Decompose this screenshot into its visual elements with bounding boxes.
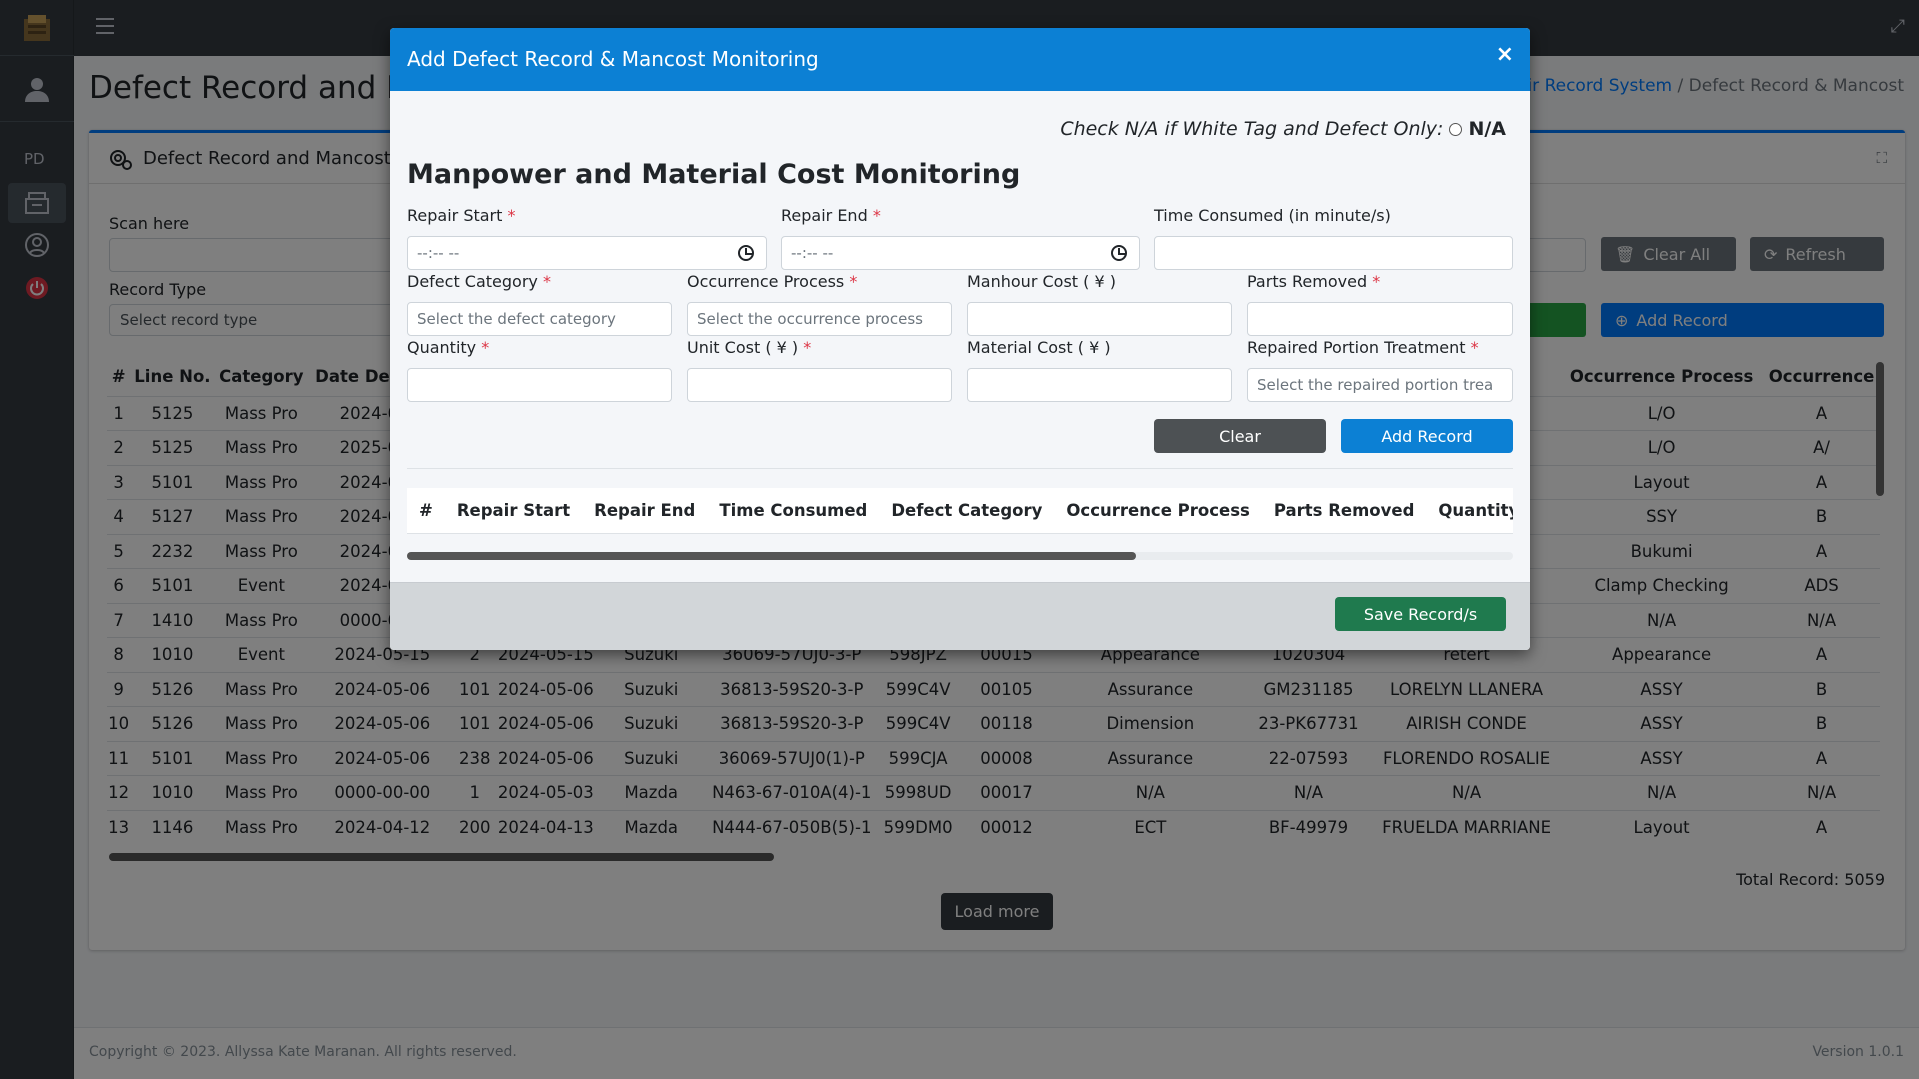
repair-end-input[interactable]: --:-- -- <box>781 236 1140 270</box>
unit-cost-input[interactable] <box>687 368 952 402</box>
section-title: Manpower and Material Cost Monitoring <box>407 159 1021 190</box>
material-cost-input[interactable] <box>967 368 1232 402</box>
na-instruction: Check N/A if White Tag and Defect Only: <box>1060 118 1444 140</box>
occurrence-process-select[interactable]: Select the occurrence process <box>687 302 952 336</box>
manhour-cost-label: Manhour Cost ( ¥ ) <box>967 272 1116 291</box>
mancost-header-cell[interactable]: Repair End <box>582 501 707 520</box>
mancost-table-header: # Repair Start Repair End Time Consumed Defe… <box>407 488 1513 534</box>
defect-category-label: Defect Category * <box>407 272 551 291</box>
modal-add-record-button[interactable]: Add Record <box>1341 419 1513 453</box>
clear-button[interactable]: Clear <box>1154 419 1326 453</box>
unit-cost-label: Unit Cost ( ¥ ) * <box>687 338 812 357</box>
na-check: Check N/A if White Tag and Defect Only: … <box>1060 118 1506 140</box>
defect-category-select[interactable]: Select the defect category <box>407 302 672 336</box>
parts-removed-input[interactable] <box>1247 302 1513 336</box>
repair-start-label: Repair Start * <box>407 206 516 225</box>
repair-end-label: Repair End * <box>781 206 881 225</box>
mancost-header-cell[interactable]: # <box>407 501 445 520</box>
mancost-header-cell[interactable]: Quantity <box>1426 501 1513 520</box>
mancost-scrollbar[interactable] <box>407 552 1136 560</box>
mancost-header-cell[interactable]: Parts Removed <box>1262 501 1427 520</box>
quantity-label: Quantity * <box>407 338 490 357</box>
occurrence-process-label: Occurrence Process * <box>687 272 858 291</box>
mancost-header-cell[interactable]: Occurrence Process <box>1054 501 1261 520</box>
na-radio[interactable] <box>1449 122 1463 136</box>
add-defect-modal: Add Defect Record & Mancost Monitoring ×… <box>390 28 1530 650</box>
close-icon[interactable]: × <box>1496 42 1514 67</box>
time-consumed-input[interactable] <box>1154 236 1513 270</box>
quantity-input[interactable] <box>407 368 672 402</box>
parts-removed-label: Parts Removed * <box>1247 272 1381 291</box>
manhour-cost-input[interactable] <box>967 302 1232 336</box>
repaired-portion-select[interactable]: Select the repaired portion trea <box>1247 368 1513 402</box>
modal-title: Add Defect Record & Mancost Monitoring <box>407 47 819 71</box>
na-radio-label[interactable]: N/A <box>1468 118 1506 140</box>
material-cost-label: Material Cost ( ¥ ) <box>967 338 1111 357</box>
divider <box>407 468 1513 469</box>
time-consumed-label: Time Consumed (in minute/s) <box>1154 206 1391 225</box>
mancost-header-cell[interactable]: Time Consumed <box>707 501 879 520</box>
clock-icon[interactable] <box>738 245 754 261</box>
mancost-header-cell[interactable]: Defect Category <box>879 501 1054 520</box>
repaired-portion-label: Repaired Portion Treatment * <box>1247 338 1479 357</box>
clock-icon[interactable] <box>1111 245 1127 261</box>
modal-header: Add Defect Record & Mancost Monitoring × <box>390 28 1530 91</box>
save-records-button[interactable]: Save Record/s <box>1335 597 1506 631</box>
modal-footer: Save Record/s <box>390 582 1530 650</box>
repair-start-input[interactable]: --:-- -- <box>407 236 767 270</box>
mancost-header-cell[interactable]: Repair Start <box>445 501 582 520</box>
